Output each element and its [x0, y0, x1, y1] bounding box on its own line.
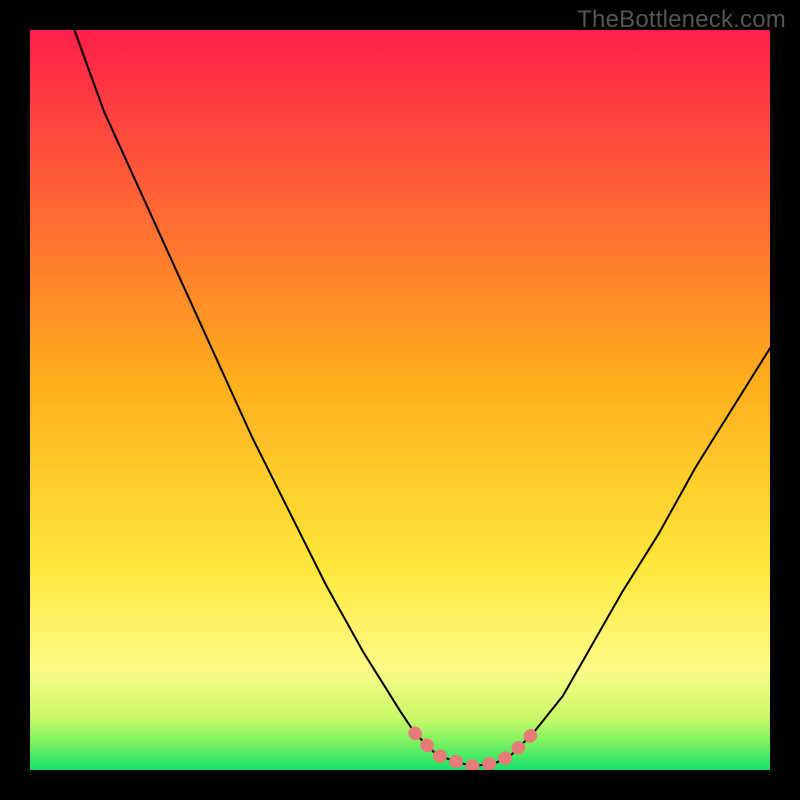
chart-area: [30, 30, 770, 770]
chart-svg: [30, 30, 770, 770]
chart-background: [30, 30, 770, 770]
watermark-text: TheBottleneck.com: [577, 6, 786, 34]
